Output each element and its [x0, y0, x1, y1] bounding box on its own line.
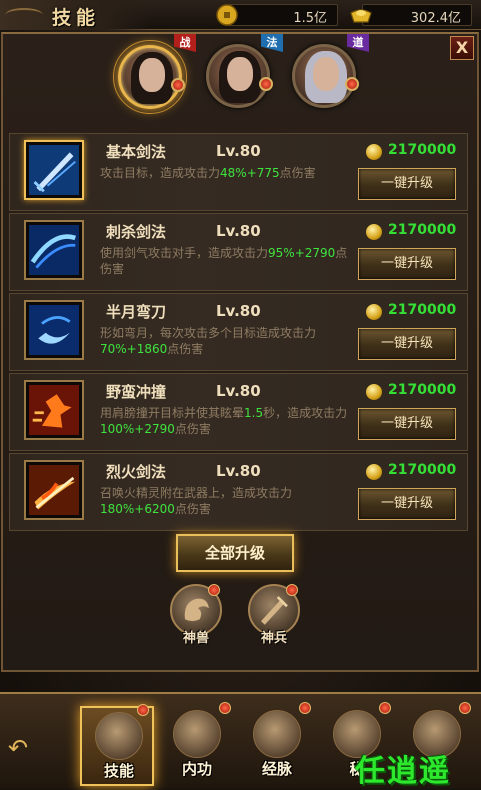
notification-dot-icon	[379, 702, 391, 714]
assassinate-sword-icon	[24, 220, 84, 280]
basic-sword-icon	[24, 140, 84, 200]
tab-label: 经脉	[261, 760, 292, 778]
title-plate: 技能	[0, 0, 150, 30]
blazing-sword-icon	[24, 460, 84, 520]
gold-coin-icon	[366, 304, 382, 320]
meridian-icon	[253, 710, 301, 758]
watermark: 任逍遥	[355, 754, 451, 789]
skill-description: 召唤火精灵附在武器上，造成攻击力180%+6200点伤害	[100, 486, 293, 516]
skill-level: Lv.80	[216, 462, 261, 480]
upgrade-cost: 2170000	[388, 222, 457, 238]
one-click-upgrade-button[interactable]: 一键升级	[358, 248, 456, 280]
one-click-upgrade-button[interactable]: 一键升级	[358, 408, 456, 440]
tab-label: 内功	[181, 760, 212, 778]
notification-dot-icon	[171, 78, 185, 92]
gold-coin-icon	[366, 144, 382, 160]
one-click-upgrade-button[interactable]: 一键升级	[358, 168, 456, 200]
ingot-counter: 302.4亿	[350, 4, 472, 26]
notification-dot-icon	[208, 584, 220, 596]
skill-row[interactable]: 烈火剑法 Lv.80 召唤火精灵附在武器上，造成攻击力180%+6200点伤害 …	[9, 453, 468, 531]
skill-description: 使用剑气攻击对手，造成攻击力95%+2790点伤害	[100, 246, 348, 276]
notification-dot-icon	[137, 704, 149, 716]
skill-screen: 技能 1.5亿 302.4亿 X 战 法 道 基本剑法 Lv.80 攻击目标，造…	[0, 0, 481, 789]
half-moon-blade-icon	[24, 300, 84, 360]
page-title: 技能	[52, 7, 101, 29]
skill-name: 基本剑法	[106, 143, 167, 161]
portrait-face	[227, 57, 253, 91]
skill-name: 野蛮冲撞	[106, 383, 167, 401]
skill-level: Lv.80	[216, 222, 261, 240]
close-button[interactable]: X	[450, 36, 474, 60]
notification-dot-icon	[299, 702, 311, 714]
savage-charge-icon	[24, 380, 84, 440]
notification-dot-icon	[345, 77, 359, 91]
tab-skill[interactable]: 技能	[80, 704, 154, 786]
skill-row[interactable]: 野蛮冲撞 Lv.80 用肩膀撞开目标并使其眩晕1.5秒，造成攻击力100%+27…	[9, 373, 468, 451]
tab-inner-power[interactable]: 内功	[160, 702, 234, 786]
skill-name: 烈火剑法	[106, 463, 167, 481]
gold-coin-icon	[216, 4, 238, 26]
notification-dot-icon	[459, 702, 471, 714]
portrait-face	[313, 57, 339, 91]
gold-coin-icon	[366, 464, 382, 480]
hero-taoist-portrait[interactable]	[292, 44, 359, 108]
divine-weapon-label: 神兵	[260, 631, 287, 646]
top-bar: 技能 1.5亿 302.4亿	[0, 0, 481, 30]
skill-row[interactable]: 半月弯刀 Lv.80 形如弯月，每次攻击多个目标造成攻击力70%+1860点伤害…	[9, 293, 468, 371]
skill-name: 刺杀剑法	[106, 223, 167, 241]
skill-description: 形如弯月，每次攻击多个目标造成攻击力70%+1860点伤害	[100, 326, 317, 356]
upgrade-cost: 2170000	[388, 382, 457, 398]
title-ornament-icon	[5, 8, 43, 22]
skill-row[interactable]: 基本剑法 Lv.80 攻击目标，造成攻击力48%+775点伤害 2170000 …	[9, 133, 468, 211]
gold-counter: 1.5亿	[216, 4, 338, 26]
divine-beast-label: 神兽	[182, 631, 209, 646]
skill-description: 用肩膀撞开目标并使其眩晕1.5秒，造成攻击力100%+2790点伤害	[100, 406, 348, 436]
upgrade-cost: 2170000	[388, 142, 457, 158]
skill-row[interactable]: 刺杀剑法 Lv.80 使用剑气攻击对手，造成攻击力95%+2790点伤害 217…	[9, 213, 468, 291]
skill-description: 攻击目标，造成攻击力48%+775点伤害	[100, 166, 316, 180]
skill-level: Lv.80	[216, 382, 261, 400]
tab-meridian[interactable]: 经脉	[240, 702, 314, 786]
portrait-face	[139, 58, 165, 92]
inner-power-icon	[173, 710, 221, 758]
ingot-value: 302.4亿	[410, 11, 461, 26]
hero-warrior-portrait[interactable]	[118, 45, 185, 109]
gold-value: 1.5亿	[293, 11, 327, 26]
skill-level: Lv.80	[216, 142, 261, 160]
notification-dot-icon	[286, 584, 298, 596]
upgrade-cost: 2170000	[388, 462, 457, 478]
skill-scroll-icon	[95, 712, 143, 760]
skill-name: 半月弯刀	[106, 303, 167, 321]
gold-coin-icon	[366, 224, 382, 240]
upgrade-cost: 2170000	[388, 302, 457, 318]
hero-mage-portrait[interactable]	[206, 44, 273, 108]
notification-dot-icon	[219, 702, 231, 714]
gold-ingot-icon	[350, 9, 372, 23]
skill-level: Lv.80	[216, 302, 261, 320]
back-arrow-icon[interactable]: ↶	[8, 734, 36, 762]
one-click-upgrade-button[interactable]: 一键升级	[358, 488, 456, 520]
one-click-upgrade-button[interactable]: 一键升级	[358, 328, 456, 360]
upgrade-all-button[interactable]: 全部升级	[176, 534, 294, 572]
notification-dot-icon	[259, 77, 273, 91]
tab-label: 技能	[103, 762, 134, 780]
gold-coin-icon	[366, 384, 382, 400]
